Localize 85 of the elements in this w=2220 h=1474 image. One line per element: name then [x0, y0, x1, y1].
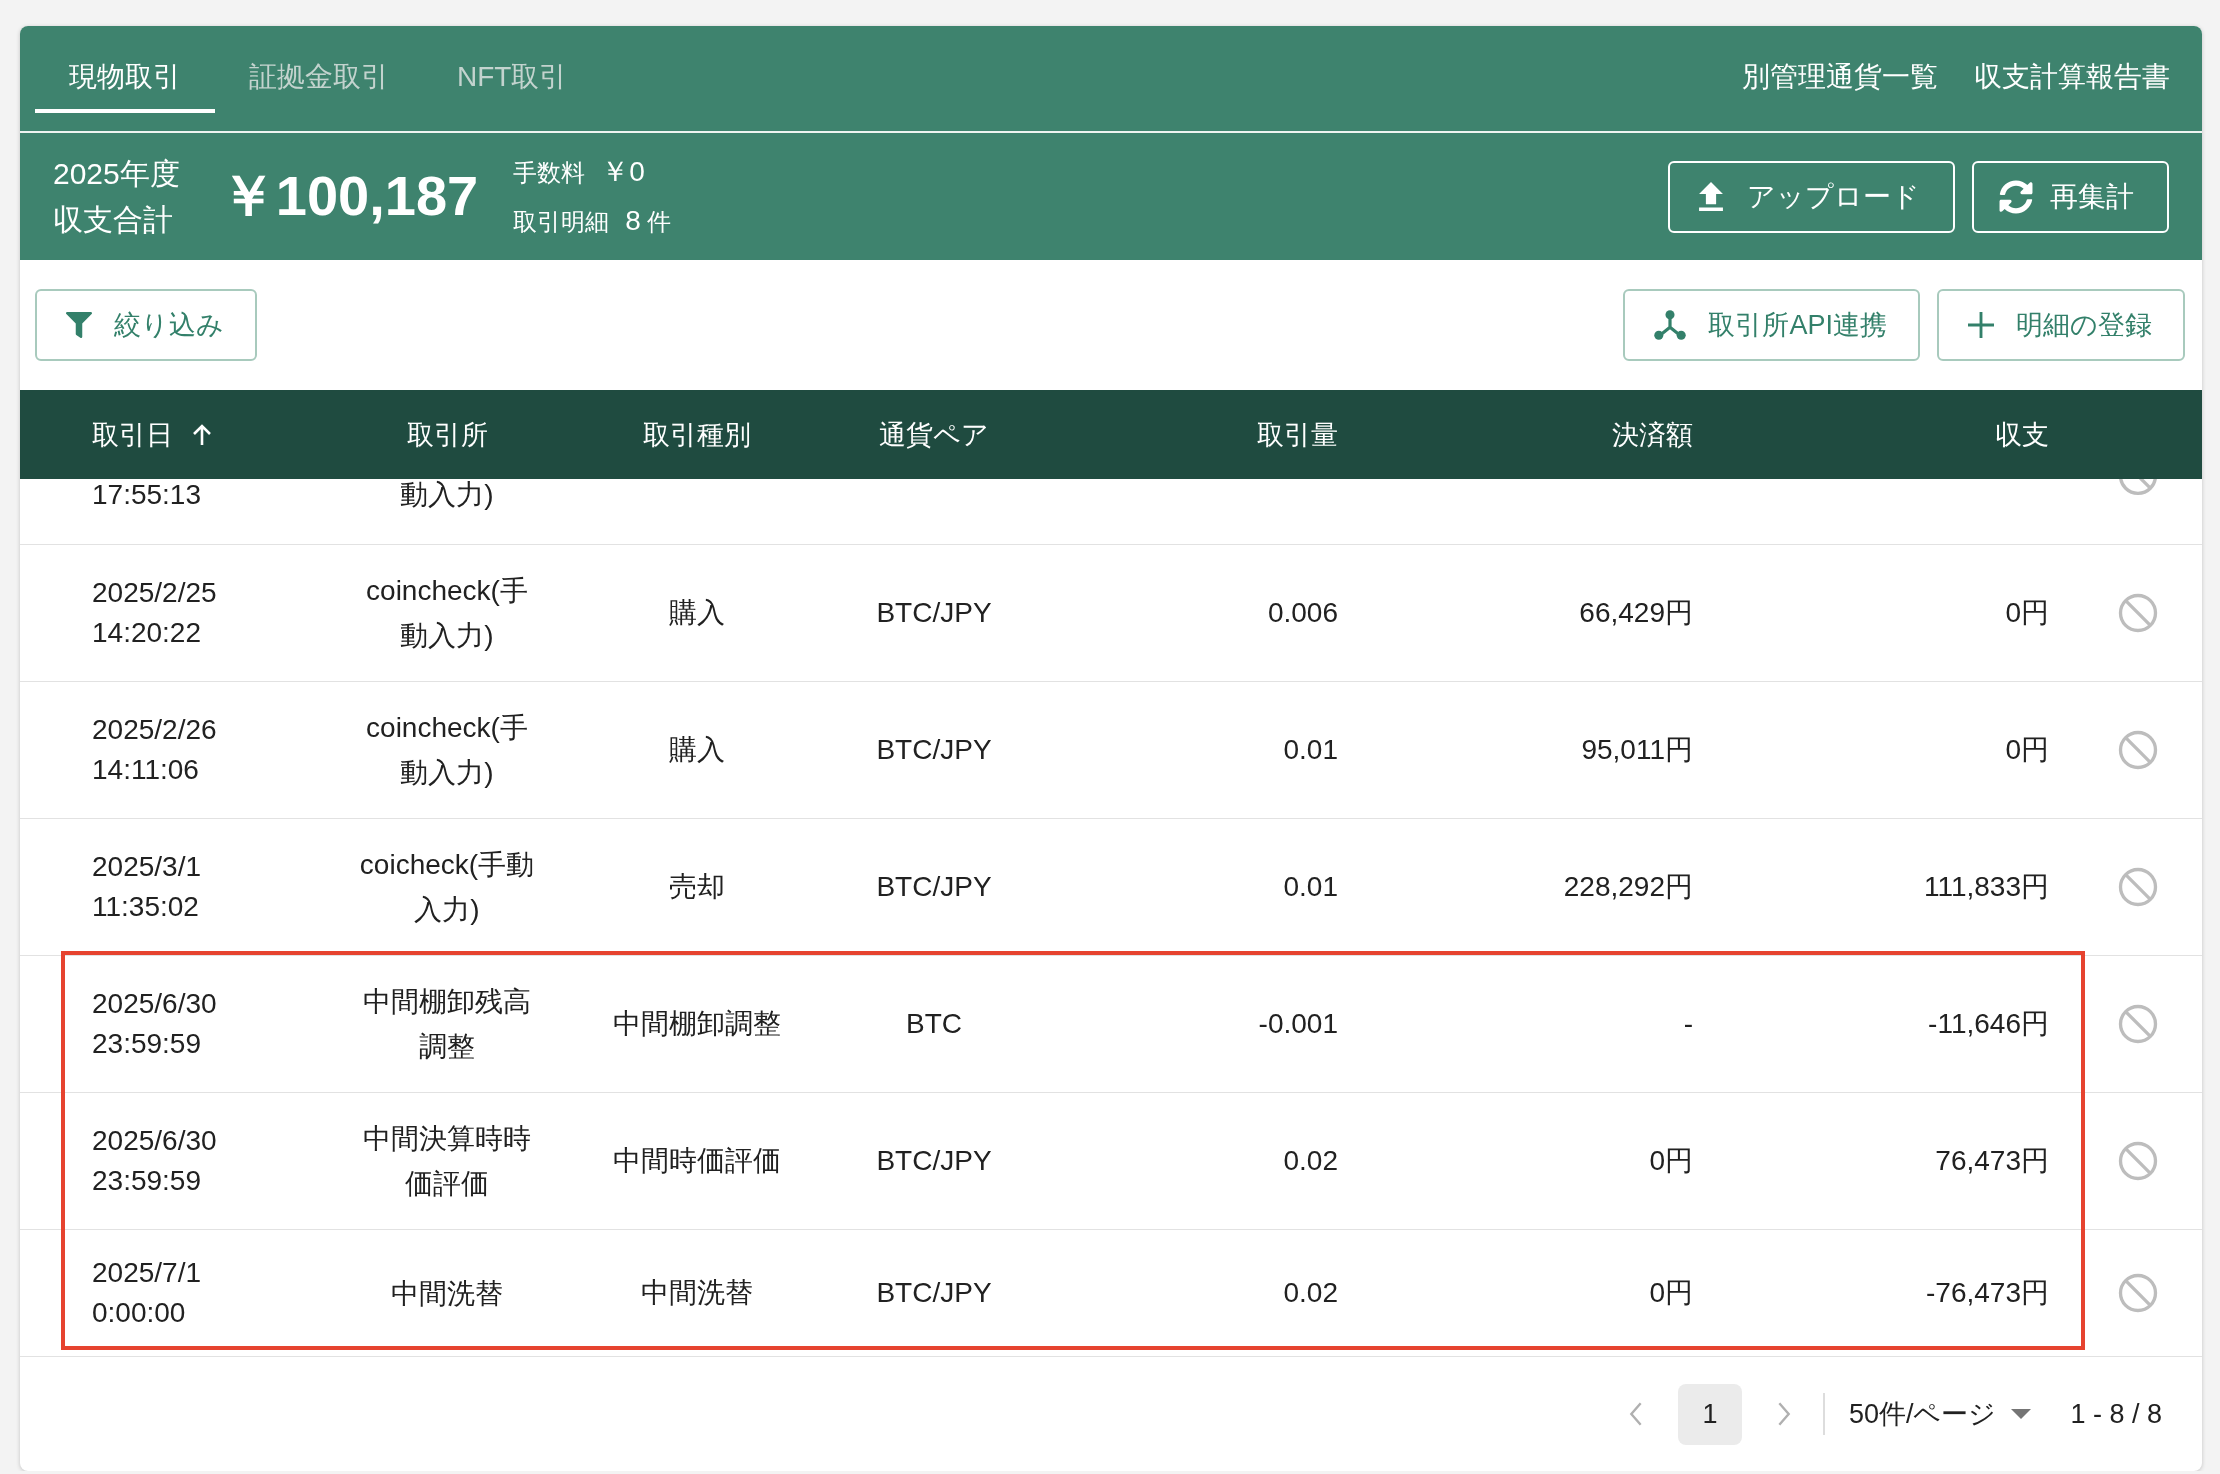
fee-label: 手数料 [513, 157, 586, 188]
exchange-name: coincheck(手動入力) [365, 574, 529, 653]
add-entry-button[interactable]: 明細の登録 [1937, 289, 2185, 361]
profit-loss: 0円 [2005, 596, 2049, 630]
trade-type: 中間時価評価 [613, 1144, 781, 1178]
total-label: 収支合計 [53, 201, 174, 238]
ban-icon[interactable] [2118, 1004, 2158, 1044]
exchange-name: 中間決算時時価評価 [362, 1122, 532, 1201]
trade-date: 17:55:13 [92, 479, 201, 511]
total-amount: ￥100,187 [219, 162, 479, 229]
settlement-amount: 66,429円 [1579, 596, 1693, 630]
upload-icon [1699, 182, 1723, 211]
tab[interactable]: 現物取引 [35, 40, 215, 113]
trade-type: 売却 [669, 870, 725, 904]
column-header[interactable]: 取引所 [406, 416, 488, 453]
trade-volume: 0.01 [1283, 733, 1338, 767]
ban-icon[interactable] [2118, 479, 2158, 495]
profit-loss: 0円 [2005, 733, 2049, 767]
exchange-name: 中間棚卸残高調整 [362, 985, 532, 1064]
column-header[interactable]: 通貨ペア [879, 416, 989, 453]
api-link-button[interactable]: 取引所API連携 [1623, 289, 1920, 361]
filter-icon [66, 312, 92, 338]
exchange-name: 動入力) [400, 479, 494, 511]
arrow-up-icon[interactable] [192, 423, 212, 446]
tab[interactable]: 証拠金取引 [215, 40, 423, 113]
currency-pair: BTC/JPY [876, 1276, 992, 1310]
settlement-amount: 0円 [1649, 1144, 1693, 1178]
filter-button[interactable]: 絞り込み [35, 289, 257, 361]
trade-volume: 0.01 [1283, 870, 1338, 904]
header-link[interactable]: 収支計算報告書 [1974, 58, 2170, 96]
profit-loss: -11,646円 [1928, 1007, 2049, 1041]
detail-count: 8 件 [625, 203, 671, 238]
currency-pair: BTC/JPY [876, 1144, 992, 1178]
trade-date: 2025/7/1 0:00:00 [92, 1256, 202, 1330]
page-range: 1 - 8 / 8 [2070, 1398, 2162, 1430]
detail-label: 取引明細 [513, 206, 610, 237]
upload-button[interactable]: アップロード [1668, 160, 1955, 233]
connected-nodes-icon [1654, 310, 1687, 340]
trade-type: 中間洗替 [641, 1276, 753, 1310]
trade-type: 購入 [669, 733, 725, 767]
settlement-amount: 0円 [1649, 1276, 1693, 1310]
profit-loss: 76,473円 [1935, 1144, 2049, 1178]
page-button[interactable]: 1 [1677, 1383, 1742, 1445]
trade-volume: 0.006 [1267, 596, 1338, 630]
settlement-amount: 228,292円 [1563, 870, 1693, 904]
exchange-name: 中間洗替 [391, 1276, 503, 1311]
currency-pair: BTC/JPY [876, 733, 992, 767]
trade-date: 2025/6/30 23:59:59 [92, 987, 218, 1061]
trade-type: 中間棚卸調整 [613, 1007, 781, 1041]
fiscal-year: 2025年度 [53, 155, 180, 192]
caret-down-icon [2011, 1409, 2032, 1419]
ban-icon[interactable] [2118, 1141, 2158, 1181]
currency-pair: BTC/JPY [876, 596, 992, 630]
page-size-select[interactable]: 50件/ページ [1848, 1396, 2032, 1432]
exchange-name: coincheck(手動入力) [365, 711, 529, 790]
sync-icon [1999, 179, 2033, 214]
trade-volume: -0.001 [1258, 1007, 1338, 1041]
trade-volume: 0.02 [1283, 1276, 1338, 1310]
trade-date: 2025/6/30 23:59:59 [92, 1124, 218, 1198]
ban-icon[interactable] [2118, 593, 2158, 633]
fee-amount: ￥0 [601, 154, 645, 189]
column-header[interactable]: 収支 [1995, 416, 2049, 453]
column-header[interactable]: 取引量 [1257, 416, 1338, 453]
column-header[interactable]: 取引種別 [643, 416, 751, 453]
plus-icon [1968, 312, 1994, 338]
trade-type: 購入 [669, 596, 725, 630]
tab[interactable]: NFT取引 [423, 40, 602, 113]
settlement-amount: 95,011円 [1581, 733, 1693, 767]
settlement-amount: - [1683, 1007, 1693, 1041]
profit-loss: -76,473円 [1926, 1276, 2049, 1310]
currency-pair: BTC/JPY [876, 870, 992, 904]
column-header[interactable]: 決済額 [1612, 416, 1693, 453]
recalculate-button[interactable]: 再集計 [1972, 160, 2169, 233]
trade-date: 2025/2/25 14:20:22 [92, 576, 218, 650]
ban-icon[interactable] [2118, 730, 2158, 770]
trade-date: 2025/2/26 14:11:06 [92, 713, 218, 787]
currency-pair: BTC [906, 1007, 962, 1041]
profit-loss: 111,833円 [1923, 870, 2049, 904]
header-link[interactable]: 別管理通貨一覧 [1742, 58, 1938, 96]
ban-icon[interactable] [2118, 1273, 2158, 1313]
exchange-name: coicheck(手動入力) [359, 848, 535, 927]
trade-date: 2025/3/1 11:35:02 [92, 850, 202, 924]
trade-volume: 0.02 [1283, 1144, 1338, 1178]
column-header[interactable]: 取引日 [92, 416, 173, 453]
ban-icon[interactable] [2118, 867, 2158, 907]
